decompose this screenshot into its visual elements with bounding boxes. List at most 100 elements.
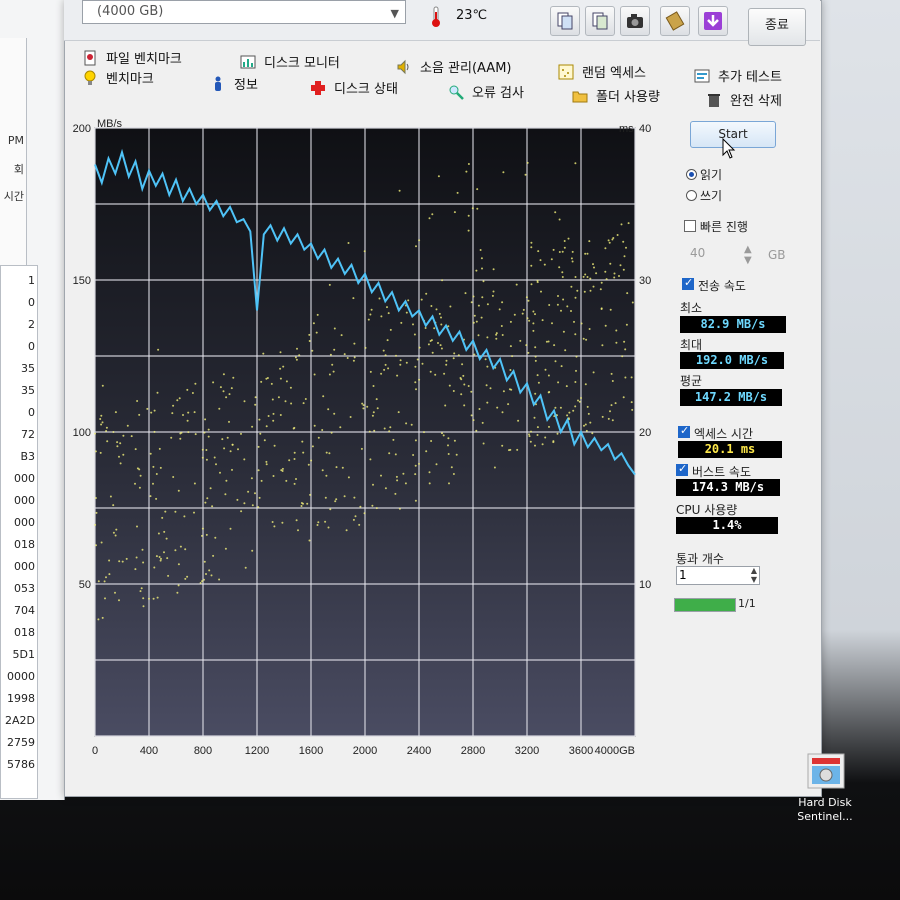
tab-file-benchmark[interactable]: 파일 벤치마크 [82,48,182,67]
tab-benchmark[interactable]: 벤치마크 [82,68,154,87]
access-time-point [243,458,246,461]
access-time-point [558,251,561,253]
save-icon[interactable] [660,6,690,36]
background-list-item: B3 [20,450,35,463]
access-time-point [105,576,107,579]
access-time-point [558,266,561,269]
copy-clipboard-icon[interactable] [585,6,615,36]
x-tick-label: 3200 [515,745,539,757]
access-time-point [290,402,293,405]
access-time-point [615,329,618,332]
access-time-point [100,423,103,426]
drive-select[interactable]: (4000 GB) ▼ [82,0,406,24]
camera-icon[interactable] [620,6,650,36]
access-time-point [295,519,298,522]
access-time-point [439,344,442,347]
access-time-point [313,373,316,376]
copy-text-icon[interactable] [550,6,580,36]
access-time-point [179,437,182,440]
temperature-readout: 23℃ [456,8,488,23]
x-tick-label: 2800 [461,745,485,757]
tab-error-scan[interactable]: 오류 검사 [448,82,524,101]
read-radio[interactable] [686,169,697,180]
burst-checkbox[interactable] [676,462,688,476]
access-time-point [240,510,243,513]
access-time-point [178,397,181,400]
y2-tick-label: 40 [639,123,651,135]
access-time-point [509,369,512,371]
access-time-point [186,575,189,578]
access-time-point [551,322,553,325]
access-time-point [184,577,187,580]
access-time-point [380,315,383,318]
access-time-point [343,495,346,498]
tab-noise-management[interactable]: 소음 관리(AAM) [396,57,511,76]
quick-size-stepper[interactable]: ▲ ▼ [744,244,752,266]
quick-checkbox[interactable] [684,220,696,232]
access-time-point [560,309,562,312]
access-time-point [193,511,195,514]
access-time-point [398,507,401,510]
access-time-point [330,431,333,434]
download-icon[interactable] [698,6,728,36]
pass-count-value: 1 [679,568,687,582]
access-time-point [589,289,592,292]
cpu-label: CPU 사용량 [676,503,738,517]
tab-extra-tests[interactable]: 추가 테스트 [694,66,782,85]
access-time-point [428,471,431,474]
access-time-point [118,599,120,602]
access-time-point [575,369,577,372]
access-time-point [122,434,125,437]
hard-disk-sentinel-icon[interactable] [806,752,846,790]
transfer-checkbox[interactable] [682,276,694,290]
access-time-point [526,317,529,320]
pass-count-input[interactable]: 1 ▲ ▼ [676,566,760,585]
desktop-shortcut-label[interactable]: Hard Disk Sentinel... [790,796,860,824]
access-time-point [452,357,455,360]
access-time-point [563,246,566,249]
access-time-point [159,466,162,469]
access-time-point [609,410,611,413]
access-checkbox[interactable] [678,424,690,438]
access-time-point [508,449,510,452]
access-time-point [263,439,266,442]
access-time-point [199,582,202,584]
access-time-point [134,448,137,451]
access-time-point [272,412,275,415]
pass-count-stepper[interactable]: ▲ ▼ [751,566,757,584]
access-time-point [267,415,270,417]
access-time-point [156,596,159,599]
access-time-point [586,252,589,255]
tab-disk-health[interactable]: 디스크 상태 [310,78,398,97]
access-time-point [421,362,424,365]
write-label: 쓰기 [700,189,723,203]
access-time-point [611,419,614,422]
write-radio[interactable] [686,190,697,201]
access-time-point [592,371,595,374]
access-time-point [212,554,215,557]
access-time-point [431,213,434,216]
y2-tick-label: 30 [639,275,651,287]
access-time-point [473,314,476,317]
tab-random-access[interactable]: 랜덤 엑세스 [558,62,646,81]
min-value: 82.9 MB/s [680,316,786,333]
access-time-point [155,497,158,500]
pass-progress-bar [674,598,736,612]
tab-folder-usage[interactable]: 폴더 사용량 [572,86,660,105]
quick-label: 빠른 진행 [700,220,748,234]
tab-disk-monitor[interactable]: 디스크 모니터 [240,52,340,71]
access-time-point [566,414,569,417]
access-time-point [559,406,562,409]
tab-info[interactable]: 정보 [210,74,258,93]
access-time-point [484,358,487,361]
exit-button[interactable]: 종료 [748,8,806,46]
access-time-point [539,259,542,262]
access-time-point [389,426,392,429]
tab-secure-erase[interactable]: 완전 삭제 [706,90,782,109]
y-tick-label: 150 [73,275,91,287]
access-time-point [580,397,582,399]
magnifier-icon [448,84,466,100]
access-time-point [325,451,328,454]
access-time-point [479,249,482,251]
access-time-point [475,429,478,432]
